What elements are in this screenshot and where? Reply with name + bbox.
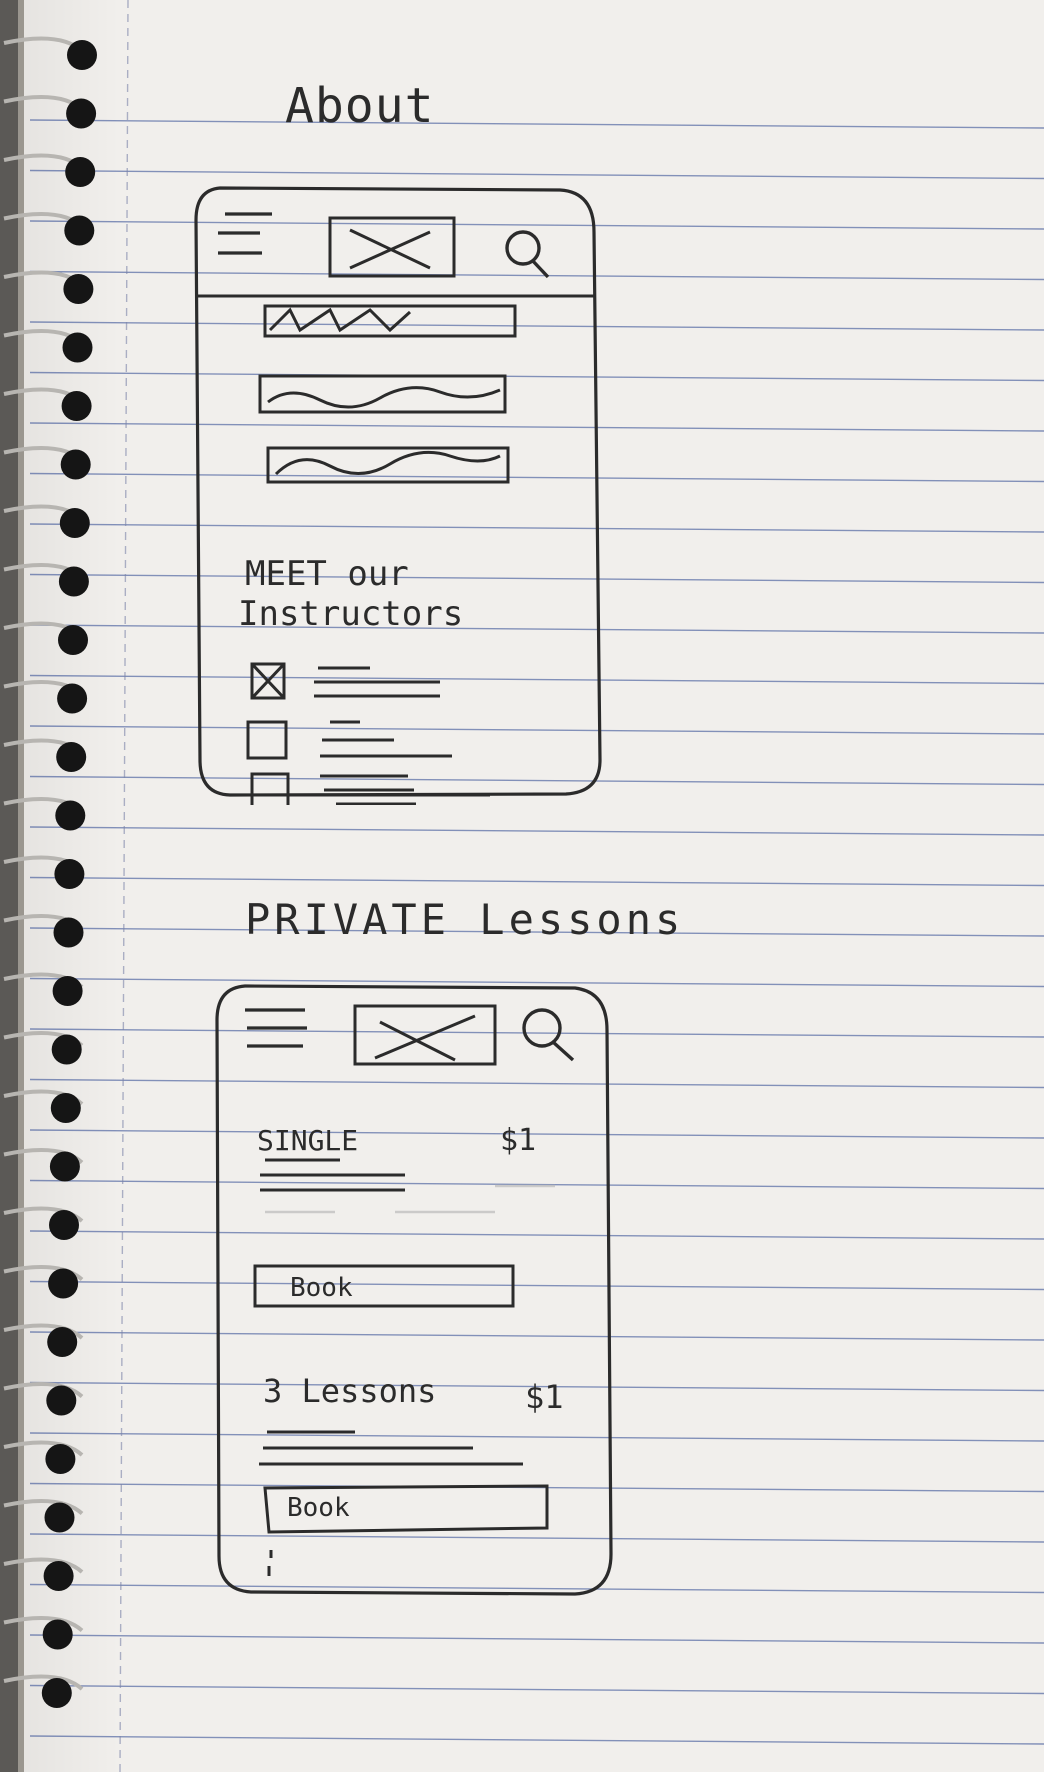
ruled-line [29,169,1044,180]
binding-hole [50,1093,81,1123]
binding-hole [47,1327,78,1357]
instructor-avatar-placeholder [250,772,290,805]
binding-hole [67,40,97,70]
binding-hole [52,976,83,1006]
continuation-dots [267,1550,273,1576]
ruled-line [29,119,1044,129]
binding-hole [59,508,90,538]
search-icon[interactable] [522,1008,575,1062]
binding-hole [54,859,85,889]
book-button[interactable]: Book [253,1264,515,1308]
instructors-line: Instructors [238,594,463,634]
private-lessons-phone-wireframe: SINGLE $1 Book 3 Lessons $1 Book [215,984,613,1596]
hamburger-menu-icon[interactable] [245,1008,307,1048]
lesson-title: 3 Lessons [263,1372,436,1410]
hero-image-placeholder [258,304,517,484]
logo-placeholder-icon [353,1004,497,1066]
binding-hole [56,742,87,772]
binding-hole [55,800,86,831]
binding-hole [58,625,88,655]
ruled-line [29,1684,1044,1695]
spiral-binding [0,0,97,1772]
binding-hole [57,683,88,714]
binding-hole [66,98,97,129]
private-lessons-heading: PRIVATE Lessons [245,895,685,944]
instructor-row[interactable] [246,720,452,760]
lesson-card-single: SINGLE $1 Book [253,1123,555,1308]
binding-hole [41,1678,72,1708]
binding-hole [64,215,95,246]
binding-hole [58,566,89,597]
binding-hole [46,1385,77,1416]
instructor-row[interactable] [250,662,440,700]
binding-hole [43,1561,74,1591]
ruled-line [29,876,1044,887]
hamburger-menu-icon[interactable] [218,212,272,255]
lesson-title: SINGLE [257,1124,358,1157]
binding-hole [45,1444,76,1474]
binding-hole [51,1034,82,1065]
ruled-line [29,1735,1044,1745]
binding-hole [62,332,93,363]
ruled-line [29,1634,1044,1644]
binding-hole [63,274,94,304]
binding-hole [49,1210,79,1240]
binding-hole [44,1502,75,1533]
book-button[interactable]: Book [263,1484,549,1534]
binding-hole [48,1268,79,1299]
lesson-card-three: 3 Lessons $1 Book [259,1372,564,1576]
book-button-label: Book [287,1493,350,1523]
margin-line [119,0,129,1772]
about-phone-wireframe: MEET our Instructors [194,186,602,805]
binding-hole [42,1619,73,1650]
binding-hole [53,917,84,948]
binding-hole [61,391,92,421]
lesson-price: $1 [500,1123,536,1158]
search-icon[interactable] [505,230,550,279]
notebook-page: About MEET our Instructors PRIVATE Lesso… [0,0,1044,1772]
ruled-line [29,826,1044,836]
lesson-price: $1 [525,1378,564,1416]
binding-hole [60,449,91,480]
meet-our-line: MEET our [245,554,409,594]
instructor-list [230,662,490,805]
logo-placeholder-icon [328,216,456,278]
book-button-label: Book [290,1273,353,1303]
binding-hole [49,1151,80,1182]
instructor-row[interactable] [230,772,490,805]
instructor-avatar-placeholder [246,720,288,760]
about-heading: About [285,78,435,134]
binding-hole [65,157,96,187]
